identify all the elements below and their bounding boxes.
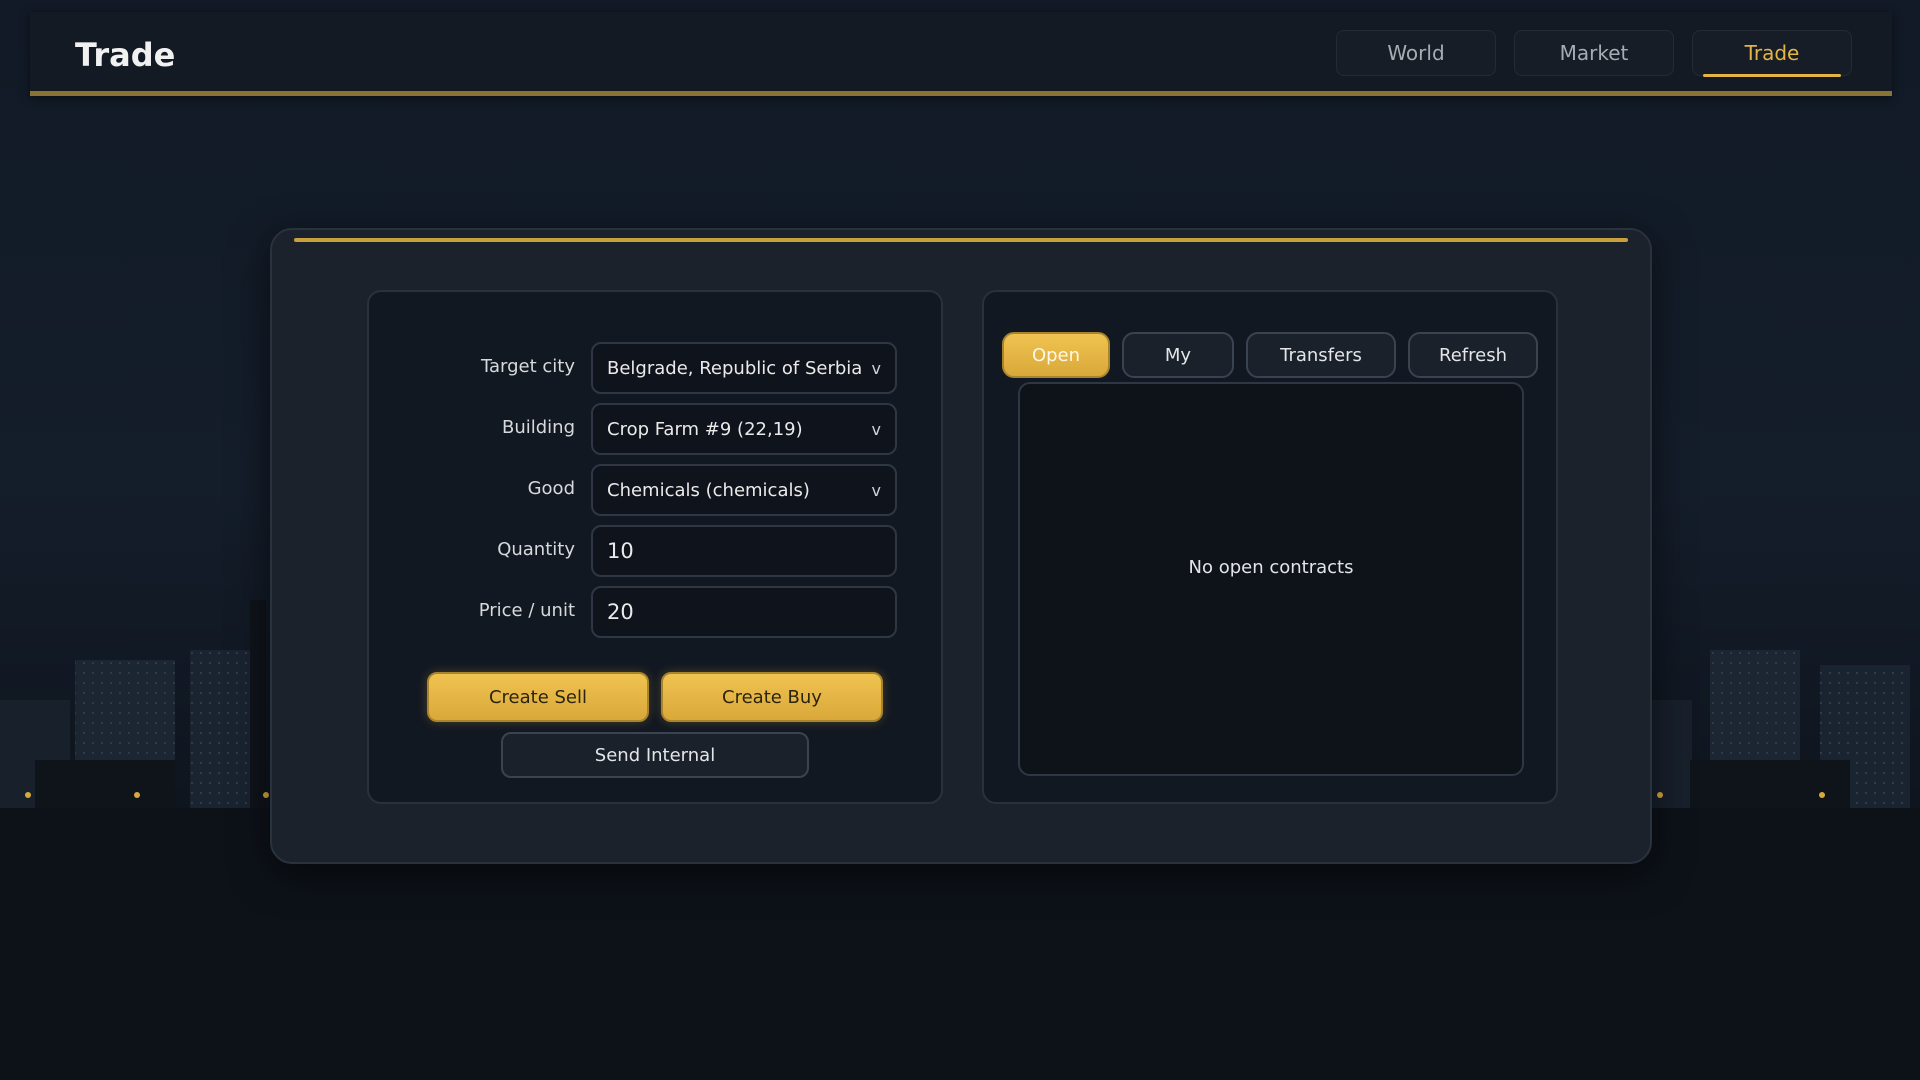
contracts-card: Open My Transfers Refresh No open contra… xyxy=(982,290,1558,804)
good-label: Good xyxy=(527,478,575,499)
building-label: Building xyxy=(501,417,575,438)
quantity-label: Quantity xyxy=(497,539,575,560)
send-internal-button[interactable]: Send Internal xyxy=(501,732,809,778)
target-city-select[interactable]: Belgrade, Republic of Serbia v xyxy=(591,342,897,394)
page-title: Trade xyxy=(75,36,176,74)
trade-panel: Target city Belgrade, Republic of Serbia… xyxy=(270,228,1652,864)
nav-tab-world[interactable]: World xyxy=(1336,30,1496,76)
tab-my[interactable]: My xyxy=(1122,332,1234,378)
nav-tab-market[interactable]: Market xyxy=(1514,30,1674,76)
chevron-down-icon: v xyxy=(871,419,881,439)
empty-state-message: No open contracts xyxy=(1188,556,1354,578)
create-sell-button[interactable]: Create Sell xyxy=(427,672,649,722)
contracts-tabs: Open My Transfers Refresh xyxy=(1002,332,1538,378)
quantity-input[interactable]: 10 xyxy=(591,525,897,577)
price-label: Price / unit xyxy=(478,600,575,621)
tab-transfers[interactable]: Transfers xyxy=(1246,332,1396,378)
good-value: Chemicals (chemicals) xyxy=(607,479,810,501)
create-contract-form: Target city Belgrade, Republic of Serbia… xyxy=(367,290,943,804)
price-input[interactable]: 20 xyxy=(591,586,897,638)
target-city-row: Target city Belgrade, Republic of Serbia… xyxy=(369,342,945,394)
quantity-row: Quantity 10 xyxy=(369,525,945,577)
main-nav: World Market Trade xyxy=(1336,30,1852,77)
top-bar: Trade World Market Trade xyxy=(30,12,1892,96)
building-select[interactable]: Crop Farm #9 (22,19) v xyxy=(591,403,897,455)
good-select[interactable]: Chemicals (chemicals) v xyxy=(591,464,897,516)
quantity-value: 10 xyxy=(607,539,634,563)
contracts-list: No open contracts xyxy=(1018,382,1524,776)
good-row: Good Chemicals (chemicals) v xyxy=(369,464,945,516)
chevron-down-icon: v xyxy=(871,358,881,378)
tab-open[interactable]: Open xyxy=(1002,332,1110,378)
panel-accent-line xyxy=(294,238,1628,242)
building-row: Building Crop Farm #9 (22,19) v xyxy=(369,403,945,455)
chevron-down-icon: v xyxy=(871,480,881,500)
target-city-value: Belgrade, Republic of Serbia xyxy=(607,357,863,379)
building-value: Crop Farm #9 (22,19) xyxy=(607,418,803,440)
create-buy-button[interactable]: Create Buy xyxy=(661,672,883,722)
nav-tab-trade[interactable]: Trade xyxy=(1692,30,1852,77)
refresh-button[interactable]: Refresh xyxy=(1408,332,1538,378)
target-city-label: Target city xyxy=(480,356,575,377)
price-value: 20 xyxy=(607,600,634,624)
price-row: Price / unit 20 xyxy=(369,586,945,638)
